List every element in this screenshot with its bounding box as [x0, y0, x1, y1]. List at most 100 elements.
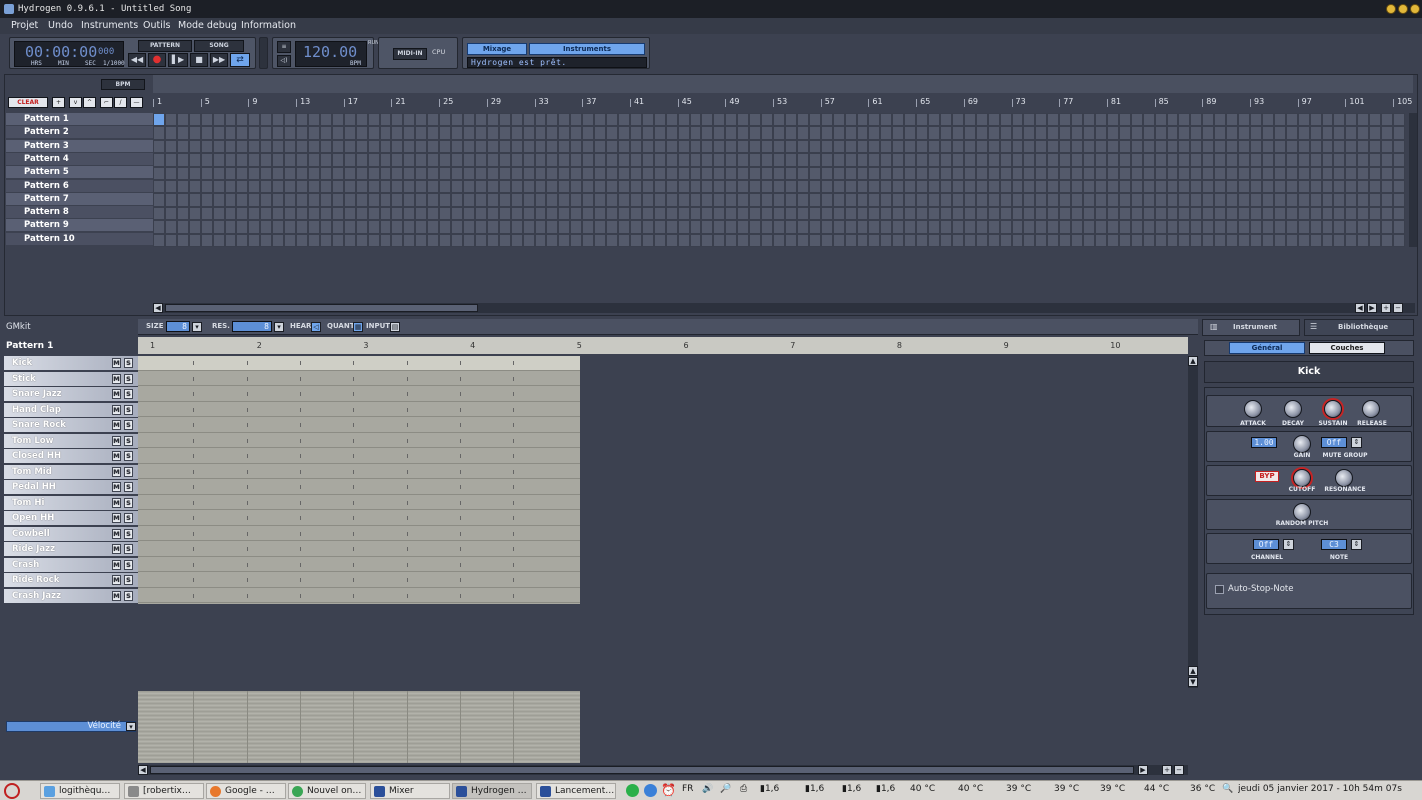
printer-icon[interactable]: ⎙	[740, 784, 747, 794]
song-cell[interactable]	[726, 114, 737, 126]
song-cell[interactable]	[1048, 167, 1059, 179]
song-cell[interactable]	[428, 221, 439, 233]
song-cell[interactable]	[1000, 221, 1011, 233]
song-cell[interactable]	[559, 221, 570, 233]
song-cell[interactable]	[189, 154, 200, 166]
song-cell[interactable]	[952, 234, 963, 246]
song-cell[interactable]	[988, 194, 999, 206]
song-cell[interactable]	[881, 127, 892, 139]
song-cell[interactable]	[833, 207, 844, 220]
song-cell[interactable]	[774, 234, 784, 246]
song-cell[interactable]	[988, 114, 999, 126]
song-cell[interactable]	[929, 167, 939, 179]
song-cell[interactable]	[1167, 154, 1178, 166]
song-hscrollbar[interactable]: ◀ ◀ ▶ + −	[153, 303, 1415, 313]
song-cell[interactable]	[523, 234, 534, 246]
song-cell[interactable]	[845, 154, 856, 166]
song-cell[interactable]	[535, 127, 546, 139]
song-cell[interactable]	[225, 221, 236, 233]
song-cell[interactable]	[189, 181, 200, 193]
song-cell[interactable]	[154, 167, 164, 179]
song-cell[interactable]	[1048, 140, 1059, 153]
song-cell-active[interactable]	[154, 114, 164, 126]
song-cell[interactable]	[1370, 114, 1381, 126]
song-cell[interactable]	[165, 140, 176, 153]
song-cell[interactable]	[583, 194, 594, 206]
scroll-thumb[interactable]	[165, 304, 478, 312]
song-cell[interactable]	[1084, 194, 1094, 206]
song-cell[interactable]	[535, 207, 546, 220]
song-cell[interactable]	[1250, 114, 1261, 126]
song-cell[interactable]	[1084, 181, 1094, 193]
song-cell[interactable]	[1060, 221, 1071, 233]
song-cell[interactable]	[881, 167, 892, 179]
song-cell[interactable]	[1203, 181, 1214, 193]
song-cell[interactable]	[320, 167, 331, 179]
song-cell[interactable]	[821, 207, 832, 220]
song-cell[interactable]	[165, 221, 176, 233]
song-cell[interactable]	[1060, 154, 1071, 166]
song-cell[interactable]	[821, 181, 832, 193]
song-cell[interactable]	[785, 194, 796, 206]
song-cell[interactable]	[440, 181, 451, 193]
song-cell[interactable]	[976, 221, 987, 233]
song-cell[interactable]	[690, 127, 701, 139]
song-cell[interactable]	[1334, 114, 1345, 126]
song-cell[interactable]	[1298, 167, 1309, 179]
song-cell[interactable]	[940, 127, 951, 139]
song-cell[interactable]	[1346, 234, 1357, 246]
song-cell[interactable]	[273, 114, 284, 126]
song-cell[interactable]	[809, 140, 820, 153]
song-cell[interactable]	[1119, 221, 1130, 233]
song-cell[interactable]	[177, 140, 188, 153]
song-cell[interactable]	[869, 194, 880, 206]
song-cell[interactable]	[869, 181, 880, 193]
song-cell[interactable]	[464, 234, 474, 246]
song-cell[interactable]	[499, 127, 510, 139]
song-cell[interactable]	[1072, 181, 1083, 193]
song-cell[interactable]	[1012, 234, 1023, 246]
song-cell[interactable]	[237, 207, 248, 220]
song-cell[interactable]	[189, 207, 200, 220]
song-cell[interactable]	[1250, 127, 1261, 139]
song-cell[interactable]	[428, 181, 439, 193]
move-down-button[interactable]: v	[69, 97, 82, 108]
song-cell[interactable]	[762, 154, 773, 166]
move-up-button[interactable]: ^	[83, 97, 96, 108]
song-cell[interactable]	[1179, 194, 1190, 206]
zoom-in-icon[interactable]: +	[1381, 303, 1391, 313]
song-cell[interactable]	[237, 114, 248, 126]
song-cell[interactable]	[1215, 154, 1226, 166]
song-cell[interactable]	[368, 140, 379, 153]
song-cell[interactable]	[297, 167, 307, 179]
song-cell[interactable]	[404, 140, 415, 153]
song-cell[interactable]	[964, 167, 975, 179]
song-cell[interactable]	[619, 234, 629, 246]
song-cell[interactable]	[1155, 154, 1166, 166]
song-cell[interactable]	[523, 127, 534, 139]
song-cell[interactable]	[738, 194, 749, 206]
clock[interactable]: jeudi 05 janvier 2017 - 10h 54m 07s	[1238, 784, 1422, 794]
song-cell[interactable]	[1024, 127, 1035, 139]
song-cell[interactable]	[630, 221, 641, 233]
song-cell[interactable]	[356, 154, 367, 166]
song-cell[interactable]	[368, 207, 379, 220]
song-cell[interactable]	[1095, 181, 1106, 193]
song-cell[interactable]	[857, 221, 868, 233]
song-cell[interactable]	[809, 221, 820, 233]
pattern-list-item[interactable]: Pattern 1	[6, 113, 153, 125]
song-cell[interactable]	[1119, 154, 1130, 166]
song-cell[interactable]	[380, 221, 391, 233]
song-cell[interactable]	[309, 181, 319, 193]
song-cell[interactable]	[273, 140, 284, 153]
song-cell[interactable]	[845, 127, 856, 139]
song-cell[interactable]	[344, 234, 355, 246]
song-cell[interactable]	[607, 127, 618, 139]
song-cell[interactable]	[964, 181, 975, 193]
song-cell[interactable]	[809, 181, 820, 193]
solo-button[interactable]: S	[124, 482, 133, 492]
song-cell[interactable]	[1262, 207, 1273, 220]
song-cell[interactable]	[905, 234, 916, 246]
song-cell[interactable]	[678, 140, 689, 153]
song-cell[interactable]	[440, 194, 451, 206]
